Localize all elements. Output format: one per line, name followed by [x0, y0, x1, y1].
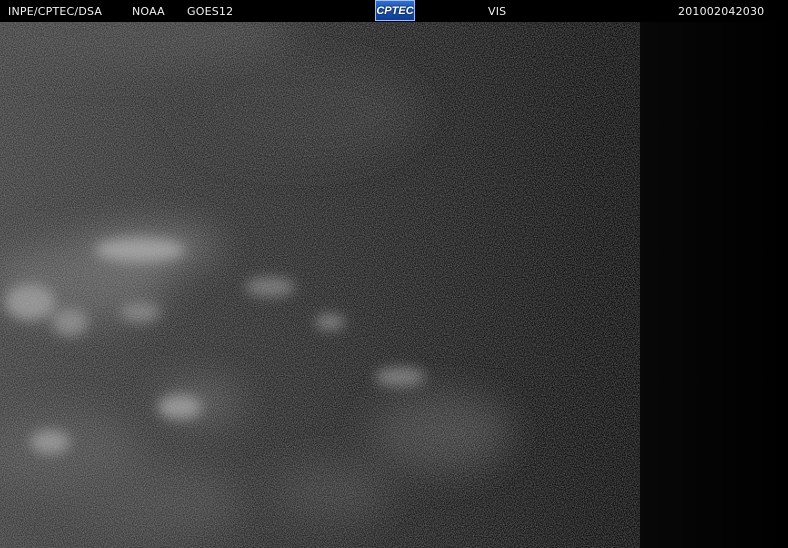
channel-label: VIS	[488, 5, 507, 18]
satellite-label: GOES12	[187, 5, 234, 18]
agency-label: INPE/CPTEC/DSA	[8, 5, 103, 18]
source-label: NOAA	[132, 5, 165, 18]
image-header-bar: INPE/CPTEC/DSA NOAA GOES12 CPTEC VIS 201…	[0, 0, 788, 22]
cptec-logo-text: CPTEC	[376, 4, 414, 17]
cptec-logo: CPTEC	[375, 0, 415, 21]
timestamp-label: 201002042030	[678, 5, 765, 18]
satellite-image	[0, 22, 788, 548]
